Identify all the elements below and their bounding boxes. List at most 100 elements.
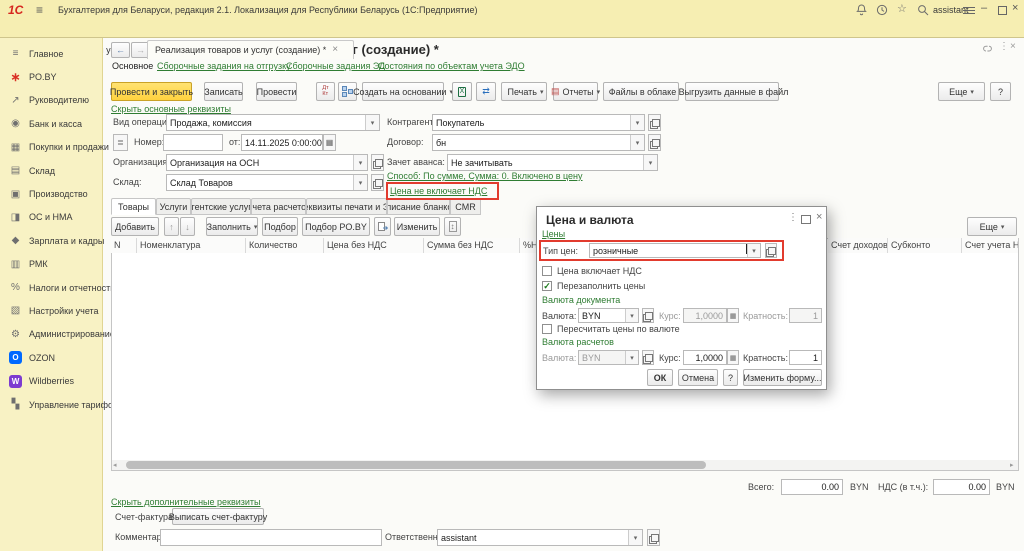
dropdown-icon[interactable]: ▾ <box>353 175 367 190</box>
sidebar-item-zarplata[interactable]: ◆ Зарплата и кадры <box>0 229 105 252</box>
section-doc-currency[interactable]: Валюта документа <box>542 295 620 305</box>
post-and-close-button[interactable]: Провести и закрыть <box>110 82 193 101</box>
notifications-icon[interactable] <box>855 4 867 16</box>
tab-scheta[interactable]: Счета расчетов <box>251 198 306 215</box>
show-postings-button[interactable]: Дт Кт <box>316 82 335 101</box>
organization-field[interactable]: Организация на ОСН ▾ <box>166 154 368 171</box>
tab-agentskie[interactable]: Агентские услуги <box>191 198 251 215</box>
sidebar-item-ozon[interactable]: O OZON <box>0 346 102 369</box>
tab-tovary[interactable]: Товары <box>111 198 156 215</box>
dialog-close-icon[interactable]: × <box>816 211 822 223</box>
tab-close-icon[interactable]: × <box>332 45 338 55</box>
comment-field[interactable] <box>160 529 382 546</box>
dropdown-icon[interactable]: ▾ <box>365 115 379 130</box>
price-type-field[interactable]: розничные ▾ <box>589 243 761 258</box>
tab-cmr[interactable]: CMR <box>450 198 481 215</box>
fill-button[interactable]: Заполнить ▾ <box>206 217 258 236</box>
recalc-prices-checkbox[interactable] <box>542 324 552 334</box>
post-button[interactable]: Провести <box>256 82 297 101</box>
calc-rate-calculator-button[interactable]: ▦ <box>727 350 739 365</box>
dropdown-icon[interactable]: ▾ <box>643 155 657 170</box>
sidebar-item-bank[interactable]: ◉ Банк и касса <box>0 112 102 135</box>
date-field[interactable]: 14.11.2025 0:00:00 <box>241 134 323 151</box>
nav-link-main[interactable]: Основное <box>112 61 153 71</box>
scroll-left-icon[interactable]: ◂ <box>113 461 117 469</box>
open-doc-currency-button[interactable] <box>642 308 654 323</box>
dropdown-icon[interactable]: ▾ <box>747 244 760 257</box>
open-warehouse-button[interactable] <box>371 174 384 191</box>
operation-field[interactable]: Продажа, комиссия ▾ <box>166 114 380 131</box>
column-header-nomenclature[interactable]: Номенклатура <box>137 238 246 253</box>
tab-rekvizity[interactable]: Реквизиты печати и ЭД <box>306 198 387 215</box>
column-header-n[interactable]: N <box>111 238 137 253</box>
toolbar-more-button[interactable]: Еще ▾ <box>938 82 985 101</box>
create-on-base-button[interactable]: Создать на основании▾ <box>353 82 453 101</box>
scroll-right-icon[interactable]: ▸ <box>1010 461 1014 469</box>
sidebar-item-rukovoditelyu[interactable]: ↗ Руководителю <box>0 89 102 112</box>
column-header-subconto[interactable]: Субконто <box>888 238 962 253</box>
dialog-help-button[interactable]: ? <box>723 369 738 386</box>
responsible-field[interactable]: assistant ▾ <box>437 529 643 546</box>
sidebar-item-tarif[interactable]: ▚ Управление тарифом <box>0 393 120 416</box>
row-height-button[interactable]: ↕ <box>444 217 461 236</box>
number-field[interactable] <box>163 134 223 151</box>
sidebar-item-sklad[interactable]: ▤ Склад <box>0 159 102 182</box>
move-down-button[interactable]: ↓ <box>180 217 195 236</box>
horizontal-scrollbar[interactable]: ◂ ▸ <box>112 460 1018 470</box>
sidebar-item-proizvodstvo[interactable]: ▣ Производство <box>0 182 102 205</box>
nav-link-assembly-ed[interactable]: Сборочные задания ЭД <box>286 61 385 71</box>
sync-button[interactable]: ⇄ <box>476 82 496 101</box>
column-header-vat-account[interactable]: Счет учета Н <box>962 238 1018 253</box>
hide-additional-requisites-link[interactable]: Скрыть дополнительные реквизиты <box>111 497 261 507</box>
dropdown-icon[interactable]: ▾ <box>630 115 644 130</box>
advance-offset-field[interactable]: Не зачитывать ▾ <box>447 154 658 171</box>
edit-row-button[interactable]: Изменить <box>394 217 440 236</box>
number-settings-icon[interactable]: ≣ <box>113 134 128 151</box>
sidebar-item-nastroyki[interactable]: ▧ Настройки учета <box>0 299 102 322</box>
search-icon[interactable] <box>917 4 929 16</box>
restore-button[interactable] <box>998 6 1007 15</box>
reports-button[interactable]: ▤ Отчеты ▾ <box>551 82 600 101</box>
nav-back-button[interactable]: ← <box>111 42 130 58</box>
doc-currency-field[interactable]: BYN ▾ <box>578 308 639 323</box>
calendar-button[interactable]: ▦ <box>323 134 336 151</box>
history-icon[interactable] <box>876 4 888 16</box>
pick-button[interactable]: Подбор <box>262 217 298 236</box>
sidebar-item-administrirovanie[interactable]: ⚙ Администрирование <box>0 323 115 346</box>
open-price-type-button[interactable] <box>765 243 777 258</box>
total-field[interactable]: 0.00 <box>781 479 843 495</box>
sidebar-item-poby[interactable]: ∗ PO.BY <box>0 65 102 88</box>
form-more-icon[interactable]: ⋮ <box>999 41 1009 52</box>
section-calc-currency[interactable]: Валюта расчетов <box>542 337 614 347</box>
issue-invoice-button[interactable]: Выписать счет-фактуру <box>169 508 267 525</box>
minimize-button[interactable]: – <box>981 2 987 14</box>
calc-multiplicity-field[interactable]: 1 <box>789 350 822 365</box>
open-organization-button[interactable] <box>371 154 384 171</box>
contract-field[interactable]: бн ▾ <box>432 134 645 151</box>
help-button[interactable]: ? <box>990 82 1011 101</box>
dialog-more-icon[interactable]: ⋮ <box>788 212 798 223</box>
method-link[interactable]: Способ: По сумме, Сумма: 0. Включено в ц… <box>387 171 583 181</box>
dropdown-icon[interactable]: ▾ <box>353 155 367 170</box>
section-prices[interactable]: Цены <box>542 229 565 239</box>
load-data-button[interactable] <box>374 217 391 236</box>
dropdown-icon[interactable]: ▾ <box>628 530 642 545</box>
nav-link-assembly-shipment[interactable]: Сборочные задания на отгрузку <box>157 61 291 71</box>
cancel-button[interactable]: Отмена <box>678 369 718 386</box>
column-header-income-account[interactable]: Счет доходов <box>828 238 888 253</box>
close-window-button[interactable]: × <box>1012 2 1018 14</box>
cloud-files-button[interactable]: Файлы в облаке <box>603 82 679 101</box>
dropdown-icon[interactable]: ▾ <box>625 309 638 322</box>
scrollbar-thumb[interactable] <box>126 461 706 469</box>
dialog-maximize-icon[interactable] <box>801 215 811 224</box>
sidebar-item-nalogi[interactable]: % Налоги и отчетность <box>0 276 115 299</box>
refill-prices-checkbox[interactable]: ✓ <box>542 281 552 291</box>
save-button[interactable]: Записать <box>204 82 243 101</box>
settings-icon[interactable] <box>963 7 975 8</box>
column-header-quantity[interactable]: Количество <box>246 238 324 253</box>
sidebar-item-os-nma[interactable]: ◨ ОС и НМА <box>0 206 102 229</box>
counterparty-field[interactable]: Покупатель ▾ <box>432 114 645 131</box>
change-form-button[interactable]: Изменить форму... <box>743 369 822 386</box>
vat-price-link[interactable]: Цена не включает НДС <box>390 186 487 196</box>
ok-button[interactable]: ОК <box>647 369 673 386</box>
